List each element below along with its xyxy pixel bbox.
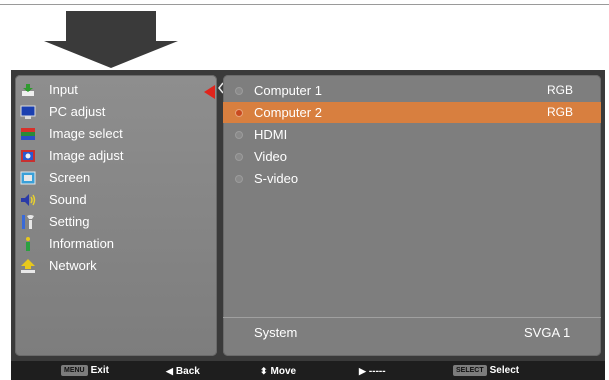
source-format: RGB [546, 105, 573, 119]
menu-item-pc-adjust[interactable]: PC adjust [15, 101, 217, 123]
radio-icon [235, 153, 243, 161]
system-value: SVGA 1 [524, 325, 571, 340]
hint-label: Exit [90, 365, 109, 376]
radio-icon [235, 131, 243, 139]
menu-item-network[interactable]: Network [15, 255, 217, 277]
hint-label: Select [489, 365, 520, 376]
source-hdmi[interactable]: HDMI [223, 124, 601, 145]
system-label: System [254, 325, 298, 340]
input-icon [22, 84, 34, 96]
top-rule [0, 4, 609, 5]
source-video[interactable]: Video [223, 146, 601, 167]
menu-item-information[interactable]: Information [15, 233, 217, 255]
hint-next: ▶ ----- [359, 364, 386, 379]
menu-item-label: Information [49, 236, 115, 251]
source-name: HDMI [254, 127, 288, 142]
speaker-icon [21, 194, 36, 206]
hint-exit: MENU Exit [61, 364, 109, 378]
source-format: RGB [546, 83, 573, 97]
main-menu-panel: Input PC adjust Image select Image adjus… [15, 75, 217, 356]
hint-label: Back [175, 366, 200, 377]
radio-icon [235, 175, 243, 183]
source-name: Video [254, 149, 288, 164]
menu-item-sound[interactable]: Sound [15, 189, 217, 211]
up-down-arrow-icon: ⬍ [260, 366, 268, 376]
menu-item-setting[interactable]: Setting [15, 211, 217, 233]
monitor-icon [20, 105, 36, 119]
image-select-icon [21, 128, 35, 140]
source-computer-2[interactable]: Computer 2 RGB [223, 102, 601, 123]
network-icon [21, 259, 35, 273]
radio-icon [235, 87, 243, 95]
menu-item-label: Image adjust [49, 148, 124, 163]
down-arrow-icon [44, 11, 178, 68]
image-adjust-icon [21, 150, 35, 162]
right-arrow-icon: ▶ [359, 366, 366, 376]
divider [223, 317, 601, 318]
selection-pointer-icon [204, 85, 215, 99]
menu-item-label: Screen [49, 170, 91, 185]
menu-item-image-select[interactable]: Image select [15, 123, 217, 145]
select-key-icon: SELECT [453, 365, 487, 376]
input-source-panel: Computer 1 RGB Computer 2 RGB HDMI Video… [223, 75, 601, 356]
hint-label: Move [270, 366, 297, 377]
menu-item-image-adjust[interactable]: Image adjust [15, 145, 217, 167]
menu-item-label: Setting [49, 214, 90, 229]
menu-item-label: Sound [49, 192, 87, 207]
radio-selected-icon [235, 109, 243, 117]
hint-move: ⬍ Move [260, 364, 296, 379]
hint-label: ----- [368, 366, 386, 377]
menu-item-label: Network [49, 258, 97, 273]
menu-key-icon: MENU [61, 365, 88, 376]
source-s-video[interactable]: S-video [223, 168, 601, 189]
tools-icon [22, 215, 34, 229]
screen-icon [20, 171, 36, 185]
hint-back: ◀ Back [166, 364, 200, 379]
left-arrow-icon: ◀ [166, 366, 173, 376]
source-computer-1[interactable]: Computer 1 RGB [223, 80, 601, 101]
menu-item-label: Image select [49, 126, 123, 141]
menu-item-label: Input [49, 82, 78, 97]
source-name: Computer 1 [254, 83, 322, 98]
menu-item-screen[interactable]: Screen [15, 167, 217, 189]
info-icon [26, 237, 30, 251]
guide-bar: MENU Exit ◀ Back ⬍ Move ▶ ----- SELECT Select [11, 361, 605, 380]
menu-item-label: PC adjust [49, 104, 106, 119]
source-name: Computer 2 [254, 105, 322, 120]
hint-select: SELECT Select [453, 364, 519, 378]
source-name: S-video [254, 171, 299, 186]
menu-item-input[interactable]: Input [15, 79, 217, 101]
